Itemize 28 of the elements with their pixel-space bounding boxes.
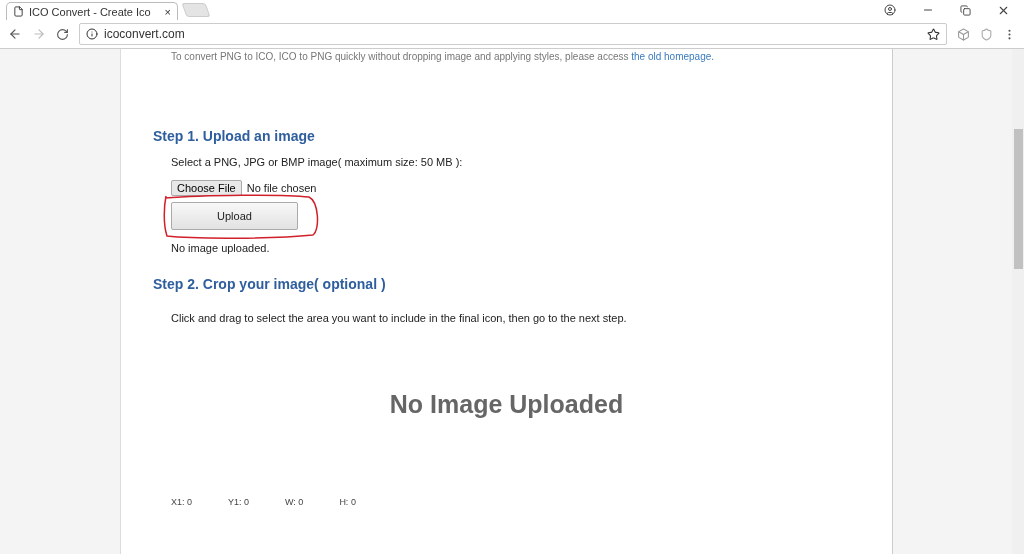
reload-icon[interactable]: [56, 27, 69, 41]
restore-icon[interactable]: [960, 4, 971, 16]
tab-title: ICO Convert - Create Ico: [29, 5, 152, 18]
scrollbar[interactable]: [1012, 49, 1024, 554]
browser-tab[interactable]: ICO Convert - Create Ico ×: [6, 2, 178, 20]
coordinate-label: H: 0: [339, 497, 356, 507]
choose-file-button[interactable]: Choose File: [171, 180, 242, 196]
no-image-message: No Image Uploaded: [388, 390, 625, 419]
address-bar[interactable]: icoconvert.com: [79, 23, 947, 45]
intro-text: To convert PNG to ICO, ICO to PNG quickly without dropping image and applying styles, please access the old homepage.: [170, 50, 716, 62]
tab-close[interactable]: ×: [164, 5, 171, 18]
coordinate-label: X1: 0: [171, 497, 192, 507]
page-icon: [13, 6, 24, 17]
info-icon[interactable]: [86, 28, 98, 40]
coordinate-label: W: 0: [285, 497, 304, 507]
extension-icon[interactable]: [957, 27, 970, 41]
upload-button[interactable]: Upload: [171, 202, 298, 230]
coordinate-label: Y1: 0: [228, 497, 250, 507]
step-heading: Step 2. Crop your image( optional ): [153, 276, 387, 292]
step-heading: Step 1. Upload an image: [153, 128, 316, 144]
upload-status: No image uploaded.: [171, 242, 271, 254]
instruction-text: Click and drag to select the area you want to include in the final icon, then go to the next step.: [171, 312, 628, 324]
old-homepage-link[interactable]: the old homepage.: [631, 51, 715, 62]
profile-icon[interactable]: [884, 4, 896, 16]
bookmark-star-icon[interactable]: [927, 27, 940, 41]
back-icon[interactable]: [8, 27, 22, 41]
file-status: No file chosen: [246, 182, 317, 194]
instruction-text: Select a PNG, JPG or BMP image( maximum size: 50 MB ):: [171, 156, 464, 168]
